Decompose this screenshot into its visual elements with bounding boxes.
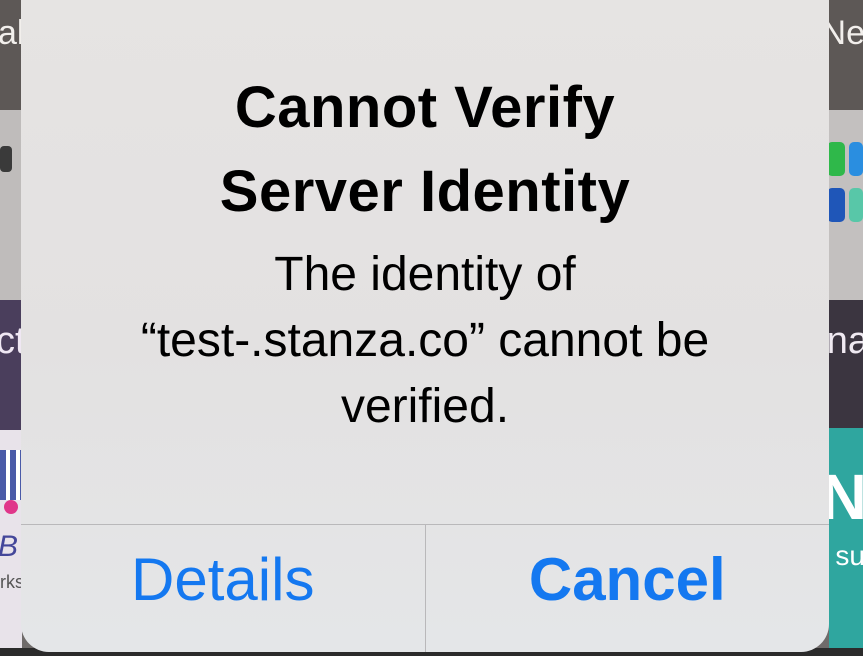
background-app-label: su	[835, 540, 863, 571]
background-app-label: B	[0, 530, 19, 563]
alert-message: The identity of “test-.stanza.co” cannot…	[61, 242, 789, 440]
app-icon	[849, 188, 863, 222]
details-button[interactable]: Details	[21, 525, 425, 635]
alert-title-line: Cannot Verify	[234, 75, 616, 140]
background-app-label: na	[826, 320, 863, 362]
alert-message-line: The identity of	[274, 248, 576, 301]
alert-message-line: verified.	[340, 380, 510, 433]
alert-message-line: “test-.stanza.co” cannot be	[140, 314, 710, 367]
background-pattern	[0, 450, 22, 500]
background-widget	[0, 110, 22, 300]
alert-dialog: Cannot Verify Server Identity The identi…	[21, 0, 829, 652]
alert-title: Cannot Verify Server Identity	[61, 66, 789, 234]
heart-icon	[4, 500, 18, 514]
alert-actions: Details Cancel	[21, 525, 829, 652]
app-icon	[827, 142, 845, 176]
alert-title-line: Server Identity	[219, 159, 631, 224]
alert-content: Cannot Verify Server Identity The identi…	[21, 0, 829, 524]
cancel-button[interactable]: Cancel	[426, 525, 830, 635]
app-icon	[827, 188, 845, 222]
app-icon	[849, 142, 863, 176]
background-app-icon	[0, 146, 12, 172]
